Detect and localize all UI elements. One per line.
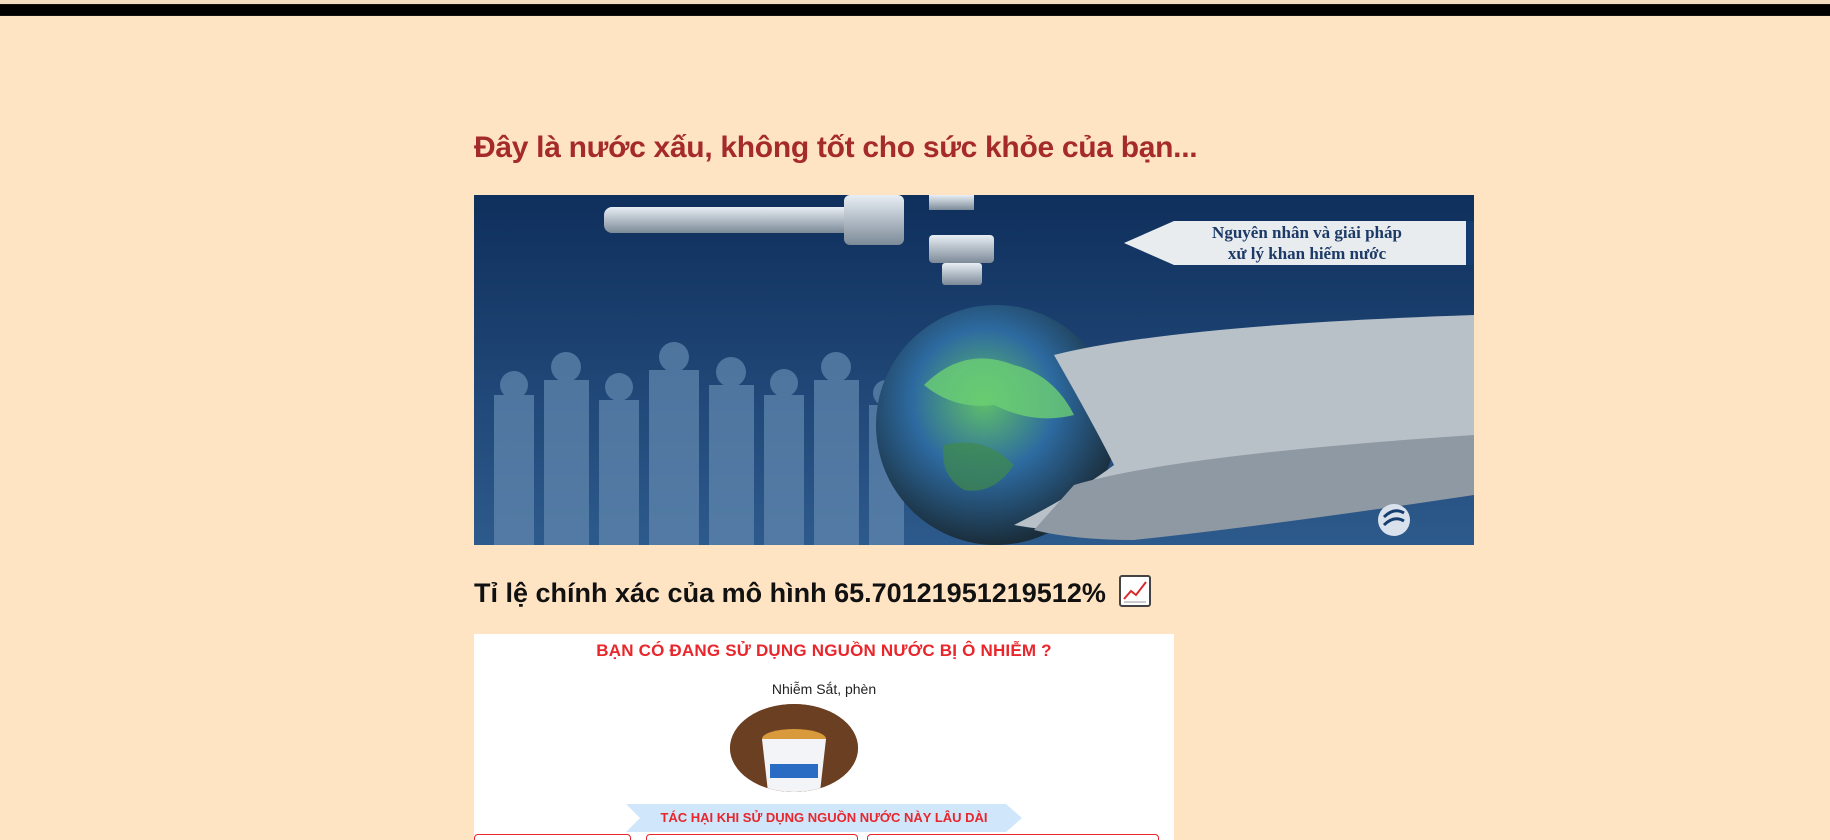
top-bar: [0, 0, 1830, 16]
chart-increasing-icon: [1119, 575, 1152, 607]
poster-box: [867, 834, 1159, 840]
poster-title: BẠN CÓ ĐANG SỬ DỤNG NGUỒN NƯỚC BỊ Ô NHIỄ…: [596, 641, 1052, 660]
bucket-photo: [730, 704, 858, 792]
pollution-poster: BẠN CÓ ĐANG SỬ DỤNG NGUỒN NƯỚC BỊ Ô NHIỄ…: [474, 634, 1174, 840]
poster-box: [646, 834, 858, 840]
poster-boxes: [474, 834, 1174, 840]
poster-box: [474, 834, 631, 840]
hero-image: Nguyên nhân và giải pháp xử lý khan hiếm…: [474, 195, 1474, 545]
poster-subtitle: Nhiễm Sắt, phèn: [771, 681, 877, 697]
model-accuracy: Tỉ lệ chính xác của mô hình 65.701219512…: [474, 575, 1152, 609]
banner-line-2: xử lý khan hiếm nước: [1228, 244, 1387, 263]
result-headline: Đây là nước xấu, không tốt cho sức khỏe …: [474, 131, 1198, 164]
poster-ribbon: TÁC HẠI KHI SỬ DỤNG NGUỒN NƯỚC NÀY LÂU D…: [660, 810, 988, 825]
banner-line-1: Nguyên nhân và giải pháp: [1212, 223, 1402, 242]
accuracy-text: Tỉ lệ chính xác của mô hình 65.701219512…: [474, 578, 1106, 608]
